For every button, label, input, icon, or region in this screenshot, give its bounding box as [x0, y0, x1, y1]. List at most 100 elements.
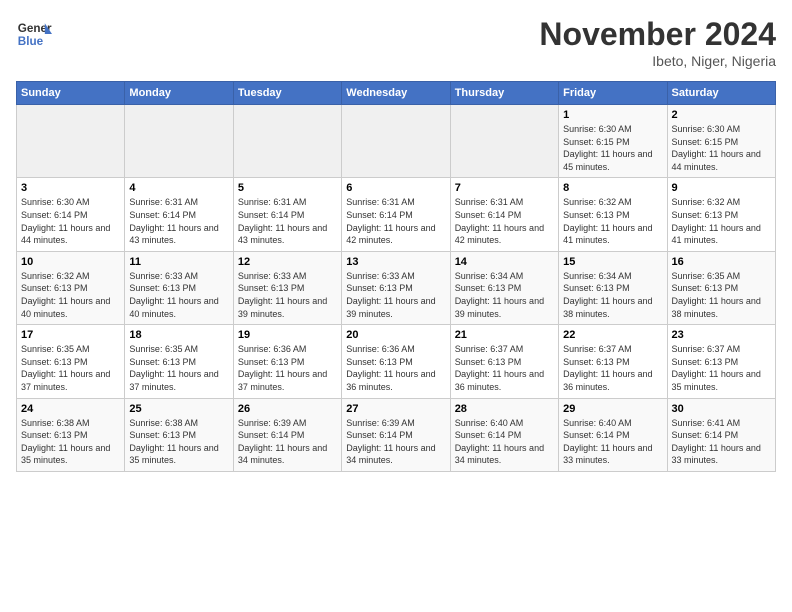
calendar-day-cell: 24Sunrise: 6:38 AM Sunset: 6:13 PM Dayli… — [17, 398, 125, 471]
day-info: Sunrise: 6:31 AM Sunset: 6:14 PM Dayligh… — [238, 196, 337, 246]
day-info: Sunrise: 6:40 AM Sunset: 6:14 PM Dayligh… — [455, 417, 554, 467]
day-number: 30 — [672, 403, 771, 415]
day-number: 25 — [129, 403, 228, 415]
calendar-day-cell: 20Sunrise: 6:36 AM Sunset: 6:13 PM Dayli… — [342, 325, 450, 398]
calendar-day-cell: 7Sunrise: 6:31 AM Sunset: 6:14 PM Daylig… — [450, 178, 558, 251]
day-number: 1 — [563, 109, 662, 121]
calendar-header: SundayMondayTuesdayWednesdayThursdayFrid… — [17, 82, 776, 105]
day-info: Sunrise: 6:35 AM Sunset: 6:13 PM Dayligh… — [21, 343, 120, 393]
day-info: Sunrise: 6:37 AM Sunset: 6:13 PM Dayligh… — [563, 343, 662, 393]
calendar-day-cell — [342, 105, 450, 178]
day-number: 29 — [563, 403, 662, 415]
calendar-day-cell: 21Sunrise: 6:37 AM Sunset: 6:13 PM Dayli… — [450, 325, 558, 398]
day-info: Sunrise: 6:37 AM Sunset: 6:13 PM Dayligh… — [455, 343, 554, 393]
day-info: Sunrise: 6:34 AM Sunset: 6:13 PM Dayligh… — [455, 270, 554, 320]
calendar-week-row: 1 Sunrise: 6:30 AM Sunset: 6:15 PM Daylig… — [17, 105, 776, 178]
calendar-day-cell: 4 Sunrise: 6:31 AM Sunset: 6:14 PM Daylig… — [125, 178, 233, 251]
calendar-day-cell — [233, 105, 341, 178]
calendar-week-row: 24Sunrise: 6:38 AM Sunset: 6:13 PM Dayli… — [17, 398, 776, 471]
svg-text:Blue: Blue — [18, 35, 44, 48]
day-of-week-header: Monday — [125, 82, 233, 105]
day-number: 9 — [672, 182, 771, 194]
calendar-day-cell: 15 Sunrise: 6:34 AM Sunset: 6:13 PM Dayli… — [559, 251, 667, 324]
day-info: Sunrise: 6:39 AM Sunset: 6:14 PM Dayligh… — [346, 417, 445, 467]
title-block: November 2024 Ibeto, Niger, Nigeria — [539, 16, 776, 69]
day-number: 26 — [238, 403, 337, 415]
day-info: Sunrise: 6:33 AM Sunset: 6:13 PM Dayligh… — [129, 270, 228, 320]
logo-icon: General Blue — [16, 16, 52, 52]
logo: General Blue — [16, 16, 52, 52]
calendar-day-cell: 27 Sunrise: 6:39 AM Sunset: 6:14 PM Dayli… — [342, 398, 450, 471]
day-number: 14 — [455, 256, 554, 268]
day-info: Sunrise: 6:30 AM Sunset: 6:15 PM Dayligh… — [563, 123, 662, 173]
day-number: 22 — [563, 329, 662, 341]
calendar-day-cell: 1 Sunrise: 6:30 AM Sunset: 6:15 PM Daylig… — [559, 105, 667, 178]
day-number: 19 — [238, 329, 337, 341]
calendar-day-cell: 30 Sunrise: 6:41 AM Sunset: 6:14 PM Dayli… — [667, 398, 775, 471]
day-of-week-header: Saturday — [667, 82, 775, 105]
day-info: Sunrise: 6:37 AM Sunset: 6:13 PM Dayligh… — [672, 343, 771, 393]
day-number: 10 — [21, 256, 120, 268]
day-info: Sunrise: 6:36 AM Sunset: 6:13 PM Dayligh… — [238, 343, 337, 393]
day-number: 13 — [346, 256, 445, 268]
calendar-day-cell: 23 Sunrise: 6:37 AM Sunset: 6:13 PM Dayli… — [667, 325, 775, 398]
calendar-day-cell: 29 Sunrise: 6:40 AM Sunset: 6:14 PM Dayli… — [559, 398, 667, 471]
day-number: 27 — [346, 403, 445, 415]
calendar-day-cell: 26 Sunrise: 6:39 AM Sunset: 6:14 PM Dayli… — [233, 398, 341, 471]
day-info: Sunrise: 6:32 AM Sunset: 6:13 PM Dayligh… — [563, 196, 662, 246]
day-of-week-header: Sunday — [17, 82, 125, 105]
calendar-day-cell — [125, 105, 233, 178]
day-number: 17 — [21, 329, 120, 341]
day-info: Sunrise: 6:31 AM Sunset: 6:14 PM Dayligh… — [129, 196, 228, 246]
calendar-day-cell: 19 Sunrise: 6:36 AM Sunset: 6:13 PM Dayli… — [233, 325, 341, 398]
day-number: 6 — [346, 182, 445, 194]
day-of-week-header: Tuesday — [233, 82, 341, 105]
calendar-week-row: 10Sunrise: 6:32 AM Sunset: 6:13 PM Dayli… — [17, 251, 776, 324]
day-info: Sunrise: 6:34 AM Sunset: 6:13 PM Dayligh… — [563, 270, 662, 320]
day-number: 12 — [238, 256, 337, 268]
day-number: 20 — [346, 329, 445, 341]
day-info: Sunrise: 6:31 AM Sunset: 6:14 PM Dayligh… — [346, 196, 445, 246]
calendar-day-cell: 28 Sunrise: 6:40 AM Sunset: 6:14 PM Dayli… — [450, 398, 558, 471]
day-info: Sunrise: 6:38 AM Sunset: 6:13 PM Dayligh… — [21, 417, 120, 467]
calendar-day-cell: 12 Sunrise: 6:33 AM Sunset: 6:13 PM Dayli… — [233, 251, 341, 324]
day-info: Sunrise: 6:33 AM Sunset: 6:13 PM Dayligh… — [346, 270, 445, 320]
calendar-week-row: 17 Sunrise: 6:35 AM Sunset: 6:13 PM Dayli… — [17, 325, 776, 398]
day-info: Sunrise: 6:33 AM Sunset: 6:13 PM Dayligh… — [238, 270, 337, 320]
day-number: 18 — [129, 329, 228, 341]
calendar-day-cell: 8 Sunrise: 6:32 AM Sunset: 6:13 PM Daylig… — [559, 178, 667, 251]
day-info: Sunrise: 6:30 AM Sunset: 6:15 PM Dayligh… — [672, 123, 771, 173]
calendar-day-cell: 2 Sunrise: 6:30 AM Sunset: 6:15 PM Daylig… — [667, 105, 775, 178]
day-number: 15 — [563, 256, 662, 268]
day-info: Sunrise: 6:32 AM Sunset: 6:13 PM Dayligh… — [672, 196, 771, 246]
calendar-day-cell: 14 Sunrise: 6:34 AM Sunset: 6:13 PM Dayli… — [450, 251, 558, 324]
day-info: Sunrise: 6:35 AM Sunset: 6:13 PM Dayligh… — [129, 343, 228, 393]
calendar-day-cell: 25 Sunrise: 6:38 AM Sunset: 6:13 PM Dayli… — [125, 398, 233, 471]
calendar-day-cell: 5Sunrise: 6:31 AM Sunset: 6:14 PM Daylig… — [233, 178, 341, 251]
day-info: Sunrise: 6:30 AM Sunset: 6:14 PM Dayligh… — [21, 196, 120, 246]
calendar-day-cell: 6 Sunrise: 6:31 AM Sunset: 6:14 PM Daylig… — [342, 178, 450, 251]
calendar-day-cell: 3 Sunrise: 6:30 AM Sunset: 6:14 PM Daylig… — [17, 178, 125, 251]
calendar-day-cell — [450, 105, 558, 178]
calendar-body: 1 Sunrise: 6:30 AM Sunset: 6:15 PM Daylig… — [17, 105, 776, 472]
day-number: 8 — [563, 182, 662, 194]
day-number: 4 — [129, 182, 228, 194]
day-info: Sunrise: 6:35 AM Sunset: 6:13 PM Dayligh… — [672, 270, 771, 320]
calendar-day-cell: 17 Sunrise: 6:35 AM Sunset: 6:13 PM Dayli… — [17, 325, 125, 398]
calendar-day-cell: 9 Sunrise: 6:32 AM Sunset: 6:13 PM Daylig… — [667, 178, 775, 251]
day-of-week-header: Friday — [559, 82, 667, 105]
calendar-day-cell — [17, 105, 125, 178]
day-number: 7 — [455, 182, 554, 194]
day-number: 3 — [21, 182, 120, 194]
calendar-day-cell: 13 Sunrise: 6:33 AM Sunset: 6:13 PM Dayli… — [342, 251, 450, 324]
day-number: 11 — [129, 256, 228, 268]
day-info: Sunrise: 6:40 AM Sunset: 6:14 PM Dayligh… — [563, 417, 662, 467]
day-number: 2 — [672, 109, 771, 121]
day-info: Sunrise: 6:41 AM Sunset: 6:14 PM Dayligh… — [672, 417, 771, 467]
day-info: Sunrise: 6:39 AM Sunset: 6:14 PM Dayligh… — [238, 417, 337, 467]
calendar-day-cell: 11 Sunrise: 6:33 AM Sunset: 6:13 PM Dayli… — [125, 251, 233, 324]
location-subtitle: Ibeto, Niger, Nigeria — [539, 53, 776, 69]
day-number: 23 — [672, 329, 771, 341]
day-info: Sunrise: 6:38 AM Sunset: 6:13 PM Dayligh… — [129, 417, 228, 467]
day-number: 28 — [455, 403, 554, 415]
